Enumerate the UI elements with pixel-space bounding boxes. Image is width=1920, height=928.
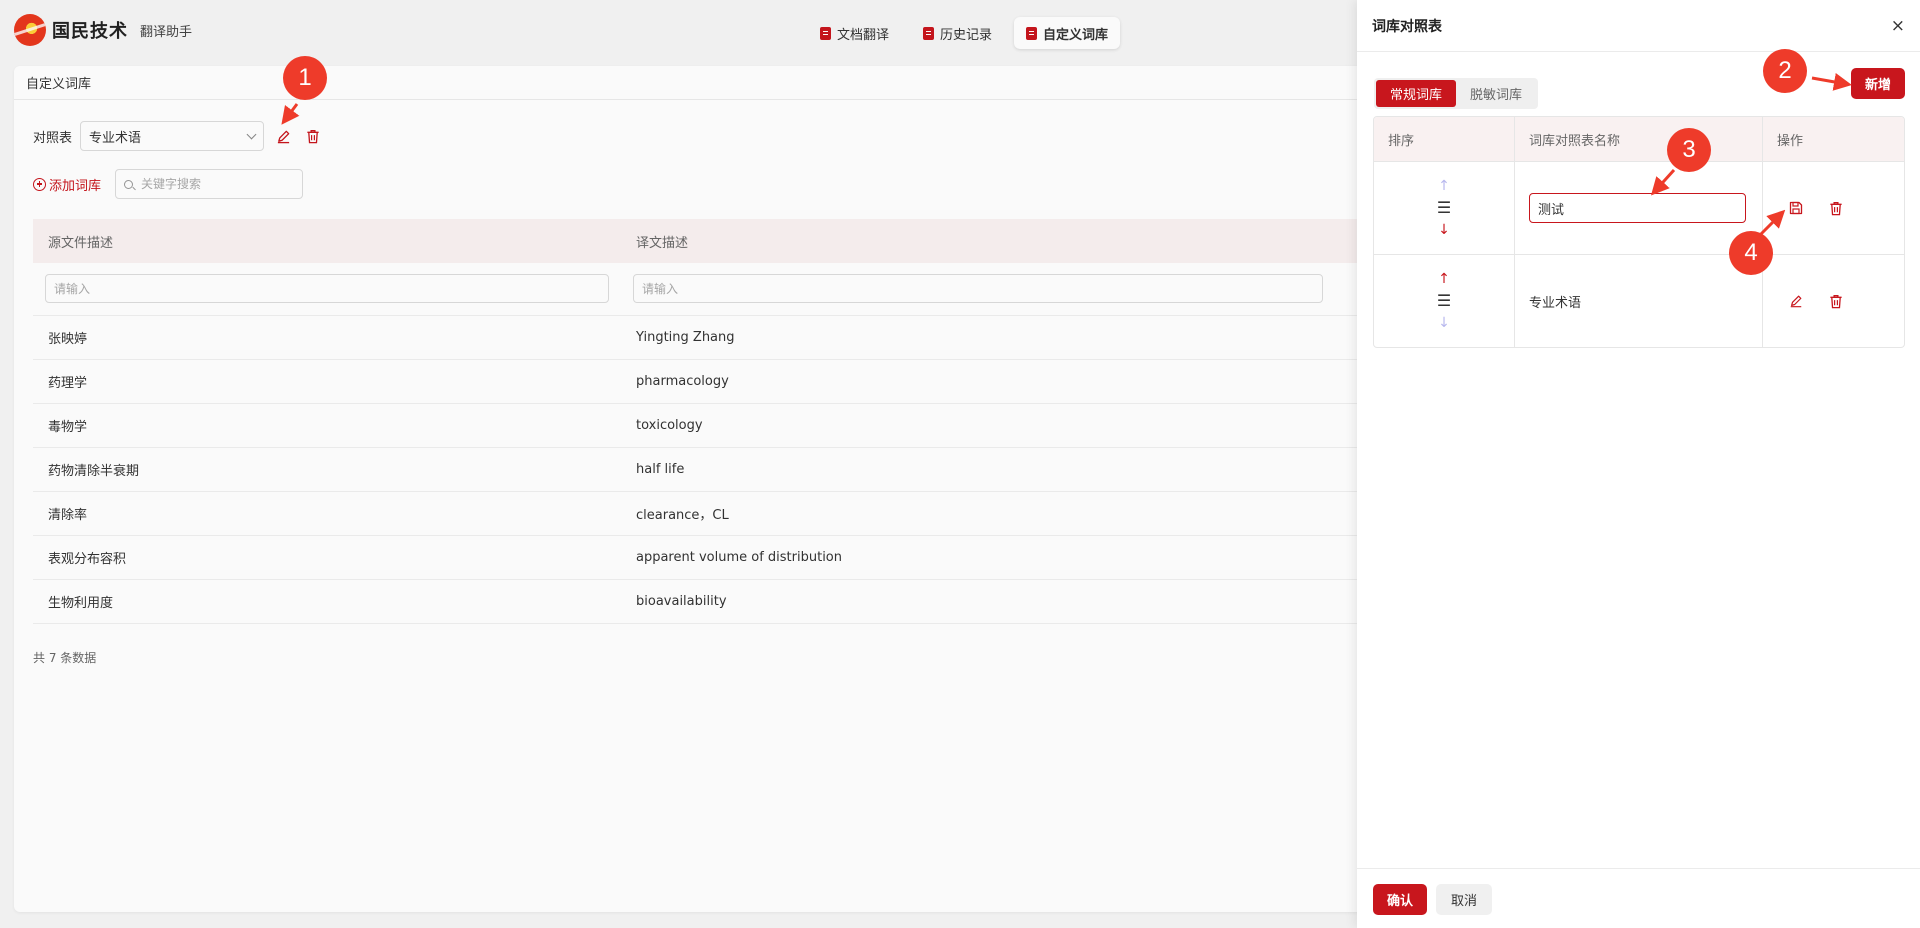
drawer-footer: 确认 取消	[1357, 868, 1920, 928]
drag-handle-icon[interactable]: ☰	[1437, 198, 1451, 218]
actions-cell	[1763, 254, 1904, 347]
move-up-button[interactable]: ↑	[1438, 269, 1450, 289]
name-cell	[1515, 161, 1763, 254]
annotation-badge-1: 1	[283, 56, 327, 100]
annotation-badge-3: 3	[1667, 128, 1711, 172]
annotation-badge-2: 2	[1763, 49, 1807, 93]
table-row: ↑ ☰ ↓	[1374, 161, 1904, 254]
tab-regular-lexicon[interactable]: 常规词库	[1376, 80, 1457, 107]
annotation-badge-4: 4	[1729, 231, 1773, 275]
confirm-button[interactable]: 确认	[1373, 884, 1427, 915]
lexicon-name-input[interactable]	[1529, 193, 1746, 223]
new-button[interactable]: 新增	[1851, 68, 1905, 99]
tab-desensitize-lexicon[interactable]: 脱敏词库	[1456, 80, 1536, 107]
edit-icon	[1790, 295, 1802, 308]
cancel-button[interactable]: 取消	[1436, 884, 1492, 915]
drag-handle-icon[interactable]: ☰	[1437, 291, 1451, 311]
sort-cell: ↑ ☰ ↓	[1374, 161, 1515, 254]
name-cell: 专业术语	[1515, 254, 1763, 347]
table-row: ↑ ☰ ↓ 专业术语	[1374, 254, 1904, 347]
lexicon-type-switch: 常规词库 脱敏词库	[1374, 78, 1539, 109]
save-button[interactable]	[1785, 197, 1807, 219]
delete-button[interactable]	[1825, 290, 1847, 312]
close-icon[interactable]: ×	[1891, 16, 1905, 36]
lexicon-list-table: 排序 词库对照表名称 操作 ↑ ☰ ↓ 测试 ↑ ☰ ↓ 专业术语	[1373, 116, 1905, 348]
move-up-button[interactable]: ↑	[1438, 176, 1450, 196]
move-down-button[interactable]: ↓	[1438, 313, 1450, 333]
column-header-actions: 操作	[1763, 117, 1904, 161]
sort-cell: ↑ ☰ ↓	[1374, 254, 1515, 347]
delete-button[interactable]	[1825, 197, 1847, 219]
drawer-title: 词库对照表	[1372, 18, 1442, 35]
column-header-order: 排序	[1374, 117, 1515, 161]
move-down-button[interactable]: ↓	[1438, 220, 1450, 240]
save-icon	[1789, 201, 1803, 215]
table-header: 排序 词库对照表名称 操作	[1374, 117, 1904, 161]
trash-icon	[1830, 294, 1842, 308]
lexicon-drawer: 词库对照表 × 常规词库 脱敏词库 新增 排序 词库对照表名称 操作 ↑ ☰ ↓	[1357, 0, 1920, 928]
actions-cell	[1763, 161, 1904, 254]
drawer-overlay[interactable]	[0, 0, 1357, 928]
column-header-name: 词库对照表名称	[1515, 117, 1763, 161]
edit-button[interactable]	[1785, 290, 1807, 312]
trash-icon	[1830, 201, 1842, 215]
drawer-header: 词库对照表 ×	[1357, 0, 1920, 52]
